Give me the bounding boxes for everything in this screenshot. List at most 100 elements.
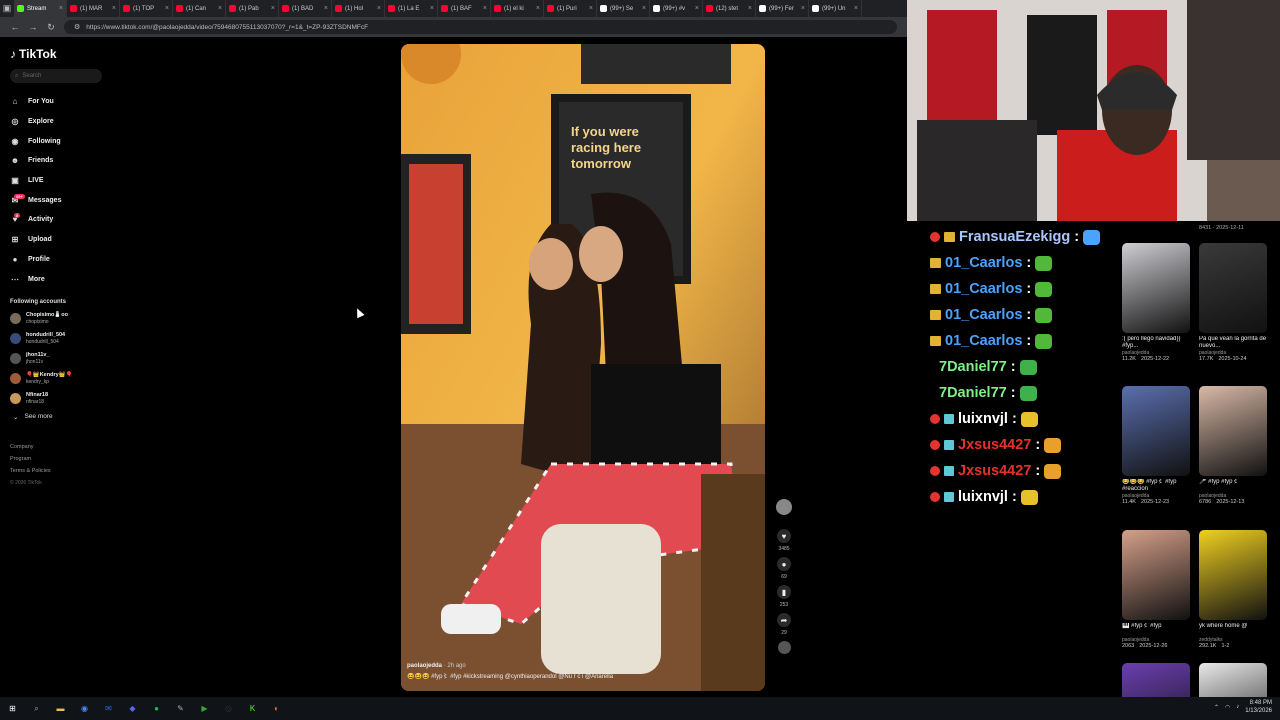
chat-username[interactable]: Jxsus4427 [958, 437, 1031, 453]
video-thumbnail[interactable] [1199, 386, 1267, 476]
browser-tab[interactable]: (1) BAF × [438, 0, 491, 17]
close-tab-icon[interactable]: × [536, 5, 540, 12]
close-tab-icon[interactable]: × [59, 5, 63, 12]
chevron-up-icon[interactable]: ⌃ [1214, 704, 1219, 711]
app-icon[interactable]: ◐ [269, 701, 284, 716]
chat-username[interactable]: 7Daniel77 [939, 359, 1007, 375]
nav-item-upload[interactable]: ⊞ Upload [10, 230, 110, 250]
nav-item-explore[interactable]: ◎ Explore [10, 112, 110, 132]
grid-video-card[interactable] [1199, 663, 1269, 697]
forward-icon[interactable]: → [28, 22, 38, 32]
pen-icon[interactable]: ✎ [173, 701, 188, 716]
video-player[interactable]: If you were racing here tomorrow paolaoj… [401, 44, 765, 691]
site-info-icon[interactable]: ⚙ [74, 23, 80, 31]
video-thumbnail[interactable] [1199, 530, 1267, 620]
share-icon[interactable]: ➦ [777, 613, 791, 627]
see-more-button[interactable]: ⌄ See more [13, 413, 110, 421]
video-thumbnail[interactable] [1122, 243, 1190, 333]
nav-item-more[interactable]: ⋯ More [10, 269, 110, 289]
discord-icon[interactable]: ◆ [125, 701, 140, 716]
video-thumbnail[interactable] [1199, 243, 1267, 333]
browser-tab[interactable]: Stream × [14, 0, 67, 17]
clock[interactable]: 8:48 PM 1/13/2026 [1245, 699, 1272, 715]
grid-video-card[interactable]: 🎤 #fyp #fyp〻 paolaojedda 6786 2025-12-13 [1199, 386, 1269, 505]
nav-item-friends[interactable]: ☻ Friends [10, 151, 110, 171]
grid-video-card[interactable]: 😂😂😂 #fyp〻 #fyp #reaccion paolaojedda 11.4K… [1122, 386, 1192, 505]
close-tab-icon[interactable]: × [218, 5, 222, 12]
nav-item-messages[interactable]: ✉ 99+ Messages [10, 190, 110, 210]
close-tab-icon[interactable]: × [589, 5, 593, 12]
browser-tab[interactable]: (1) BAD × [279, 0, 332, 17]
close-tab-icon[interactable]: × [430, 5, 434, 12]
nav-item-for-you[interactable]: ⌂ For You [10, 92, 110, 112]
footer-link-terms[interactable]: Terms & Policies [10, 465, 110, 477]
nav-item-activity[interactable]: ♥ 8 Activity [10, 210, 110, 230]
close-tab-icon[interactable]: × [801, 5, 805, 12]
browser-tab[interactable]: (1) Can × [173, 0, 226, 17]
start-icon[interactable]: ⊞ [5, 701, 20, 716]
tiktok-logo[interactable]: ♪ TikTok [10, 47, 110, 61]
chat-username[interactable]: 01_Caarlos [945, 307, 1022, 323]
following-account[interactable]: hondudrill_504 hondudrill_504 [10, 329, 110, 349]
chat-username[interactable]: luixnvjl [958, 489, 1008, 505]
sound-avatar[interactable] [777, 641, 791, 654]
browser-tab[interactable]: (99+) Fer × [756, 0, 809, 17]
search-icon[interactable]: ⌕ [29, 701, 44, 716]
close-tab-icon[interactable]: × [695, 5, 699, 12]
video-thumbnail[interactable] [1122, 386, 1190, 476]
chat-username[interactable]: Jxsus4427 [958, 463, 1031, 479]
chat-username[interactable]: 01_Caarlos [945, 255, 1022, 271]
grid-video-card[interactable] [1122, 663, 1192, 697]
browser-tab[interactable]: (1) La E × [385, 0, 438, 17]
bookmark-icon[interactable]: ▮ [777, 585, 791, 599]
file-explorer-icon[interactable]: ▬ [53, 701, 68, 716]
nav-item-profile[interactable]: ● Profile [10, 250, 110, 270]
close-tab-icon[interactable]: × [377, 5, 381, 12]
volume-icon[interactable]: ♪ [1236, 704, 1239, 710]
chrome-icon[interactable]: ◉ [77, 701, 92, 716]
video-thumbnail[interactable] [1199, 663, 1267, 697]
grid-video-card[interactable]: yk where home @ zeddytalks 292.1K 1-2 [1199, 530, 1269, 649]
close-tab-icon[interactable]: × [642, 5, 646, 12]
search-input[interactable]: ⌕ Search [10, 69, 102, 83]
browser-tab[interactable]: (1) Pab × [226, 0, 279, 17]
video-author[interactable]: paolaojedda [407, 663, 442, 669]
reload-icon[interactable]: ↻ [46, 22, 56, 33]
grid-video-card[interactable]: :( pero llegó navidad}} #fyp... paolaojed… [1122, 243, 1192, 362]
url-field[interactable]: ⚙ https://www.tiktok.com/@paolaojedda/vi… [64, 20, 897, 34]
comment-icon[interactable]: ● [777, 557, 791, 571]
back-icon[interactable]: ← [10, 22, 20, 32]
video-thumbnail[interactable] [1122, 663, 1190, 697]
wifi-icon[interactable]: ◠ [1225, 704, 1230, 711]
close-tab-icon[interactable]: × [271, 5, 275, 12]
chat-username[interactable]: luixnvjl [958, 411, 1008, 427]
footer-link-program[interactable]: Program [10, 453, 110, 465]
browser-tab[interactable]: (1) TOP × [120, 0, 173, 17]
close-tab-icon[interactable]: × [483, 5, 487, 12]
close-tab-icon[interactable]: × [112, 5, 116, 12]
browser-tab[interactable]: (99+) #v × [650, 0, 703, 17]
chat-username[interactable]: 7Daniel77 [939, 385, 1007, 401]
outlook-icon[interactable]: ✉ [101, 701, 116, 716]
footer-link-company[interactable]: Company [10, 441, 110, 453]
terminal-icon[interactable]: ▶ [197, 701, 212, 716]
close-tab-icon[interactable]: × [748, 5, 752, 12]
browser-tab[interactable]: (1) el ki × [491, 0, 544, 17]
kick-icon[interactable]: K [245, 701, 260, 716]
nav-item-following[interactable]: ◉ Following [10, 131, 110, 151]
video-thumbnail[interactable] [1122, 530, 1190, 620]
browser-tab[interactable]: (1) MAR × [67, 0, 120, 17]
following-account[interactable]: Nfinar18 nfinar18 [10, 389, 110, 409]
grid-video-card[interactable]: Pa que vean la gorrita de nuevo... paolao… [1199, 243, 1269, 362]
close-tab-icon[interactable]: × [854, 5, 858, 12]
browser-tab[interactable]: (1) Hol × [332, 0, 385, 17]
close-tab-icon[interactable]: × [165, 5, 169, 12]
browser-tab[interactable]: (99+) Un × [809, 0, 862, 17]
obs-icon[interactable]: ◎ [221, 701, 236, 716]
following-account[interactable]: Chopisimo🧂oo chopisimo [10, 309, 110, 329]
nav-item-live[interactable]: ▣ LIVE [10, 171, 110, 191]
grid-video-card[interactable]: 🎹 #fyp〻 #fyp paolaojedda 2063 2025-12-26 [1122, 530, 1192, 649]
tab-actions-icon[interactable]: ▣ [0, 3, 14, 14]
chat-username[interactable]: 01_Caarlos [945, 281, 1022, 297]
creator-avatar[interactable] [776, 499, 792, 515]
